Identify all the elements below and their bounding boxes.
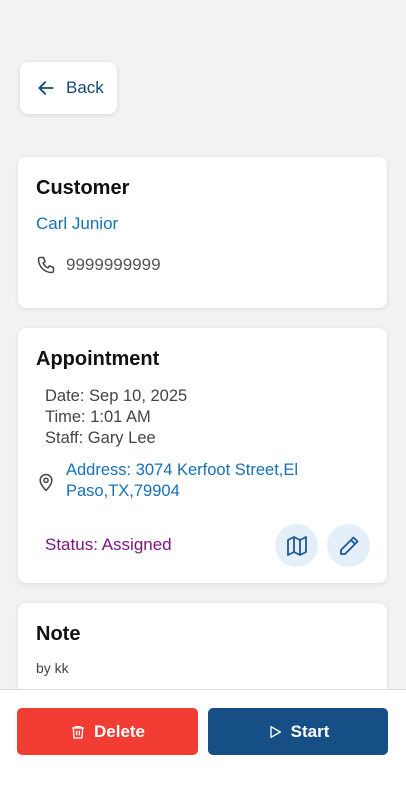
- bottom-action-bar: Delete Start: [0, 689, 406, 800]
- phone-number: 9999999999: [66, 255, 161, 274]
- back-label: Back: [66, 78, 104, 97]
- play-icon: [269, 725, 281, 738]
- map-icon: [286, 535, 307, 556]
- trash-icon: [71, 725, 84, 739]
- appointment-card: Appointment Date: Sep 10, 2025 Time: 1:0…: [18, 328, 387, 583]
- address-line-2: Paso,TX,79904: [66, 482, 180, 500]
- phone-icon: [37, 256, 55, 274]
- phone-row[interactable]: 9999999999: [36, 255, 161, 275]
- delete-button[interactable]: Delete: [17, 708, 198, 755]
- pencil-icon: [339, 536, 358, 555]
- appointment-date: Date: Sep 10, 2025: [45, 387, 188, 405]
- appointment-title: Appointment: [36, 348, 160, 370]
- appointment-time: Time: 1:01 AM: [45, 408, 151, 426]
- note-author: by kk: [36, 660, 69, 676]
- appointment-staff: Staff: Gary Lee: [45, 429, 156, 447]
- start-label: Start: [290, 721, 330, 741]
- address-line-1: Address: 3074 Kerfoot Street,El: [66, 461, 299, 479]
- delete-label: Delete: [93, 721, 146, 741]
- map-pin-icon: [39, 473, 53, 492]
- appointment-details: Date: Sep 10, 2025 Time: 1:01 AM Staff: …: [45, 386, 187, 449]
- status-label: Status: Assigned: [45, 535, 172, 554]
- back-button[interactable]: Back: [20, 62, 117, 114]
- edit-button[interactable]: [327, 524, 370, 567]
- map-button[interactable]: [275, 524, 318, 567]
- arrow-left-icon: [38, 81, 54, 95]
- start-button[interactable]: Start: [208, 708, 388, 755]
- customer-name-link[interactable]: Carl Junior: [36, 214, 118, 234]
- note-title: Note: [36, 623, 81, 645]
- address-text: Address: 3074 Kerfoot Street,El Paso,TX,…: [66, 460, 298, 502]
- customer-title: Customer: [36, 177, 130, 199]
- appointment-detail-screen: Back Customer Carl Junior 9999999999 App…: [0, 0, 406, 800]
- customer-card: Customer Carl Junior 9999999999: [18, 157, 387, 308]
- address-link[interactable]: Address: 3074 Kerfoot Street,El Paso,TX,…: [36, 460, 336, 502]
